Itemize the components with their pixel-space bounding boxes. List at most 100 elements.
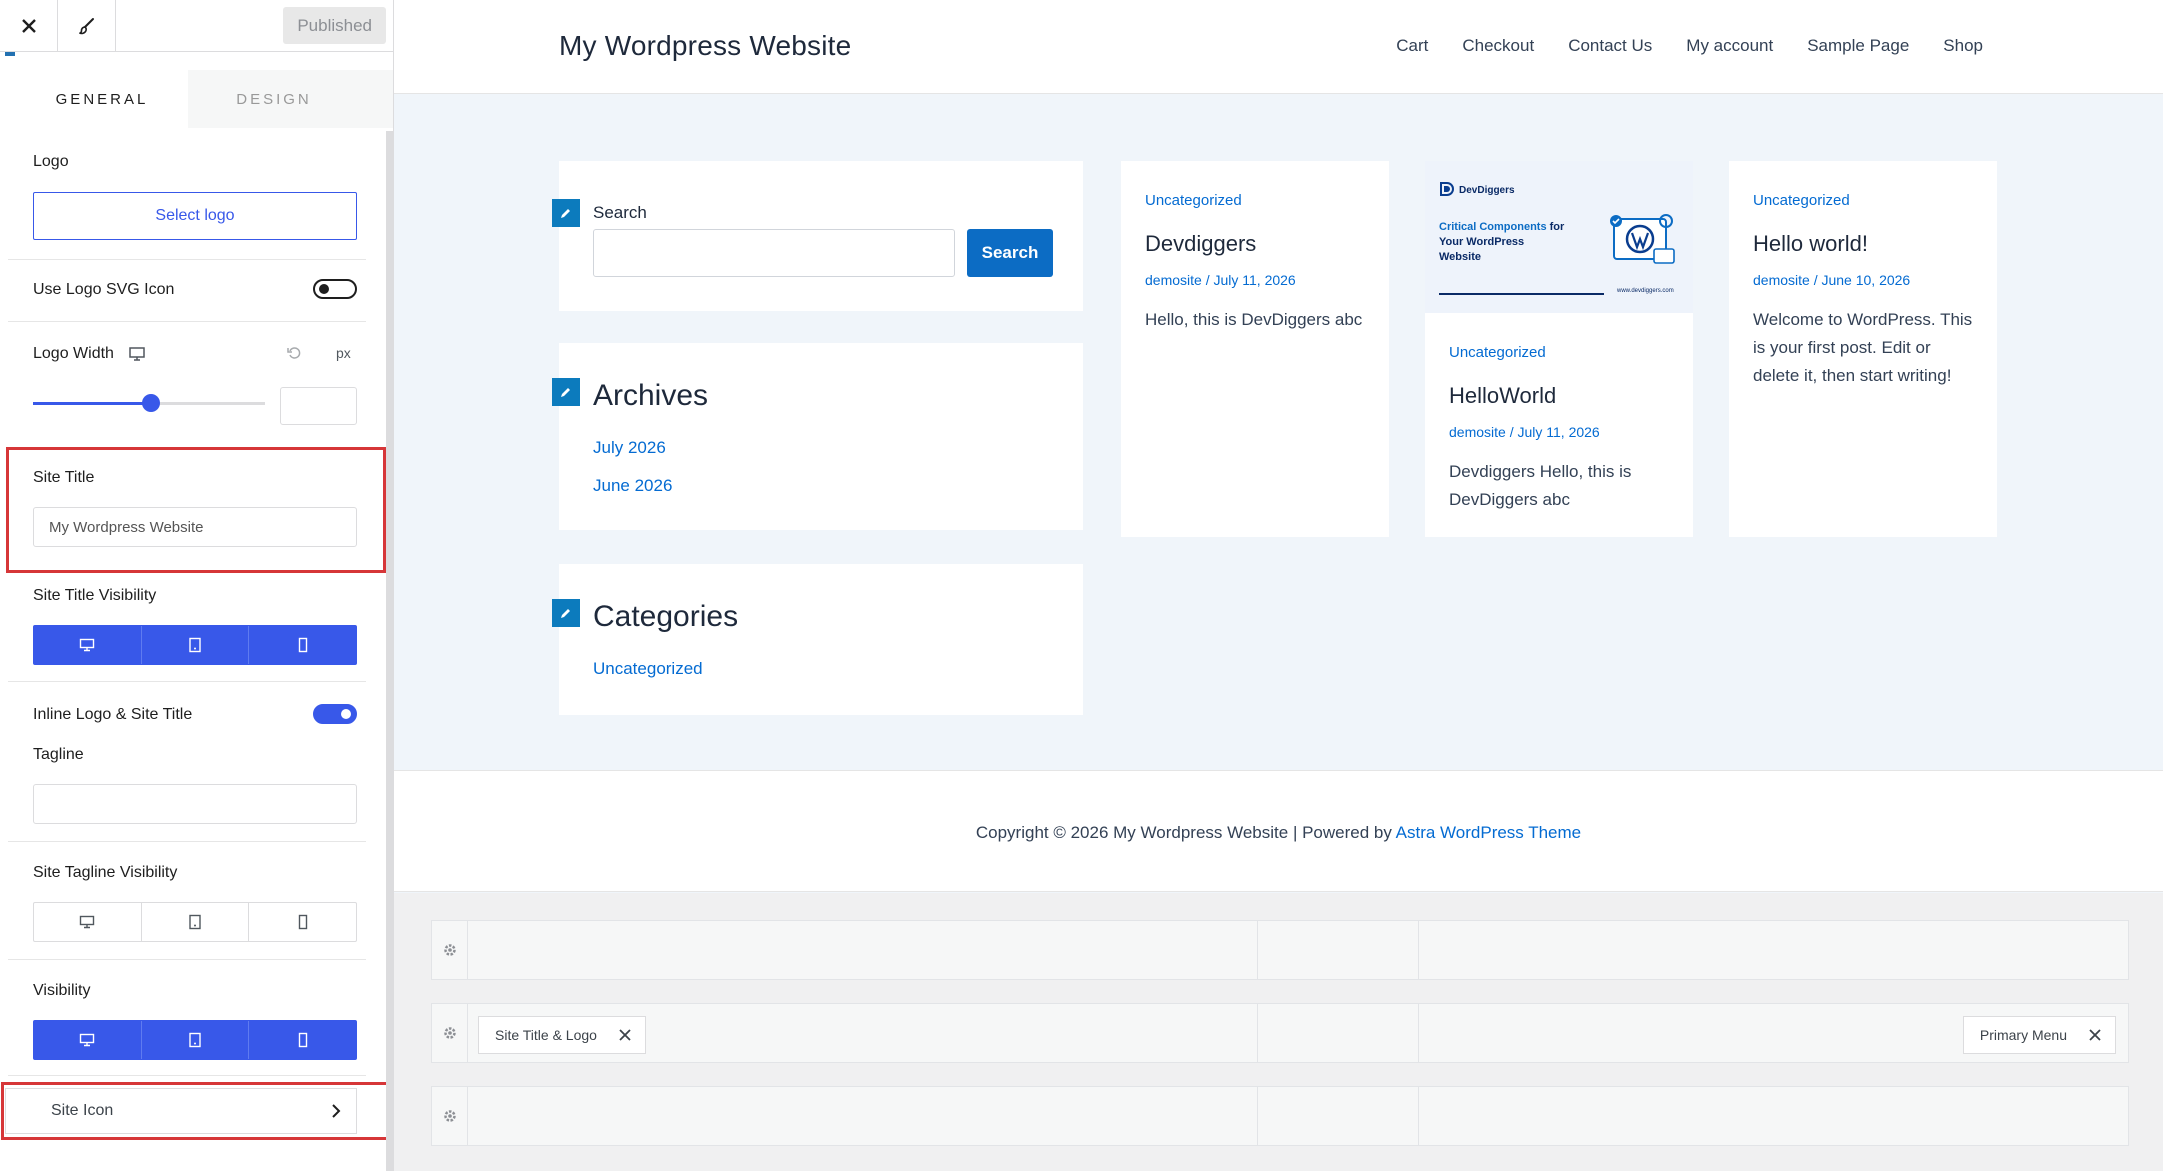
post-category[interactable]: Uncategorized (1753, 192, 1850, 209)
tablet-icon (189, 914, 201, 930)
builder-row-primary[interactable]: Site Title & Logo Primary Menu (431, 1003, 2129, 1063)
close-customizer-button[interactable] (0, 0, 58, 51)
tagline-desktop-button[interactable] (34, 903, 142, 941)
design-brush-button[interactable] (58, 0, 116, 51)
thumb-headline: Critical Components for Your WordPress W… (1439, 221, 1565, 263)
tagline-input[interactable] (33, 784, 357, 824)
use-logo-svg-toggle[interactable] (313, 279, 357, 299)
archives-title: Archives (593, 379, 709, 412)
logo-width-label: Logo Width (33, 345, 114, 362)
tab-general[interactable]: General (16, 70, 188, 128)
tagline-label: Tagline (33, 746, 84, 763)
post-title[interactable]: Hello world! (1753, 231, 1868, 257)
visibility-control (33, 1020, 357, 1060)
post-category[interactable]: Uncategorized (1145, 192, 1242, 209)
tablet-icon (189, 1032, 201, 1048)
category-link[interactable]: Uncategorized (593, 659, 703, 679)
inline-logo-toggle[interactable] (313, 704, 357, 724)
wordpress-logo-icon (1610, 214, 1675, 264)
builder-row-below[interactable] (431, 1086, 2129, 1146)
published-button[interactable]: Published (283, 7, 386, 44)
post-meta[interactable]: demosite / July 11, 2026 (1449, 424, 1600, 440)
header-builder: Site Title & Logo Primary Menu (394, 893, 2163, 1171)
close-icon[interactable] (2089, 1029, 2101, 1041)
post-meta[interactable]: demosite / June 10, 2026 (1753, 272, 1910, 288)
site-icon-button[interactable]: Site Icon (5, 1088, 357, 1134)
row-settings-button[interactable] (432, 1087, 468, 1145)
close-icon[interactable] (619, 1029, 631, 1041)
edit-archives-widget-button[interactable] (552, 378, 580, 406)
post-card: Uncategorized Hello world! demosite / Ju… (1729, 161, 1997, 537)
post-title[interactable]: HelloWorld (1449, 383, 1556, 409)
pencil-icon (561, 609, 570, 618)
post-card: Uncategorized Devdiggers demosite / July… (1121, 161, 1389, 537)
nav-my-account[interactable]: My account (1686, 36, 1773, 56)
logo-width-input[interactable] (280, 387, 357, 425)
builder-row-above[interactable] (431, 920, 2129, 980)
thumb-brand: DevDiggers (1459, 185, 1515, 196)
tagline-tablet-button[interactable] (142, 903, 250, 941)
post-thumbnail[interactable]: DevDiggers Critical Components for Your … (1425, 161, 1693, 313)
nav-sample-page[interactable]: Sample Page (1807, 36, 1909, 56)
post-meta[interactable]: demosite / July 11, 2026 (1145, 272, 1296, 288)
site-title[interactable]: My Wordpress Website (559, 30, 851, 62)
logo-width-unit[interactable]: px (336, 345, 351, 361)
reset-icon[interactable] (286, 345, 302, 361)
search-widget: Search Search (552, 161, 1083, 311)
edit-categories-widget-button[interactable] (552, 599, 580, 627)
site-title-input[interactable]: My Wordpress Website (33, 507, 357, 547)
use-logo-svg-label: Use Logo SVG Icon (33, 281, 175, 298)
archive-link[interactable]: June 2026 (593, 476, 672, 496)
desktop-device-icon[interactable] (128, 345, 146, 363)
site-header: My Wordpress Website Cart Checkout Conta… (394, 0, 2163, 94)
archive-link[interactable]: July 2026 (593, 438, 666, 458)
nav-cart[interactable]: Cart (1396, 36, 1428, 56)
astra-theme-link[interactable]: Astra WordPress Theme (1396, 823, 1582, 842)
visibility-mobile-button[interactable] (249, 626, 356, 664)
primary-menu: Cart Checkout Contact Us My account Samp… (1396, 36, 1983, 56)
visibility-tablet-button[interactable] (142, 626, 250, 664)
search-input[interactable] (593, 229, 955, 277)
desktop-icon (80, 638, 95, 652)
post-excerpt: Hello, this is DevDiggers abc (1145, 310, 1363, 329)
select-logo-button[interactable]: Select logo (33, 192, 357, 240)
visibility-label: Visibility (33, 982, 91, 999)
post-title[interactable]: Devdiggers (1145, 231, 1256, 257)
site-preview: My Wordpress Website Cart Checkout Conta… (394, 0, 2163, 1171)
element-mobile-button[interactable] (249, 1021, 356, 1059)
logo-width-slider-fill (33, 402, 152, 405)
logo-label: Logo (33, 153, 69, 170)
copyright-text: Copyright © 2026 My Wordpress Website | … (975, 823, 1582, 842)
element-desktop-button[interactable] (34, 1021, 142, 1059)
site-title-visibility-control (33, 625, 357, 665)
site-icon-label: Site Icon (51, 1102, 114, 1119)
chevron-right-icon (332, 1104, 341, 1118)
element-tablet-button[interactable] (142, 1021, 250, 1059)
visibility-desktop-button[interactable] (34, 626, 142, 664)
thumb-url: www.devdiggers.com (1617, 288, 1674, 294)
gear-icon (443, 1110, 456, 1122)
site-title-logo-chip[interactable]: Site Title & Logo (478, 1016, 646, 1054)
tagline-mobile-button[interactable] (249, 903, 356, 941)
nav-shop[interactable]: Shop (1943, 36, 1983, 56)
nav-contact-us[interactable]: Contact Us (1568, 36, 1652, 56)
row-settings-button[interactable] (432, 921, 468, 979)
row-settings-button[interactable] (432, 1004, 468, 1062)
tablet-icon (189, 637, 201, 653)
post-category[interactable]: Uncategorized (1449, 344, 1546, 361)
site-tagline-visibility-control (33, 902, 357, 942)
gear-icon (443, 1027, 456, 1039)
loading-indicator (5, 52, 15, 56)
tab-design[interactable]: Design (188, 70, 360, 128)
post-excerpt: Devdiggers Hello, this is DevDiggers abc (1449, 462, 1632, 509)
search-button[interactable]: Search (967, 229, 1053, 277)
primary-menu-chip[interactable]: Primary Menu (1962, 1016, 2116, 1054)
mobile-icon (298, 1032, 307, 1048)
edit-search-widget-button[interactable] (552, 199, 580, 227)
logo-width-slider-handle[interactable] (142, 394, 161, 412)
nav-checkout[interactable]: Checkout (1462, 36, 1534, 56)
pencil-icon (561, 388, 570, 397)
sidebar-scrollbar[interactable] (386, 131, 393, 1171)
mobile-icon (298, 914, 307, 930)
logo-width-slider-track[interactable] (33, 394, 265, 412)
